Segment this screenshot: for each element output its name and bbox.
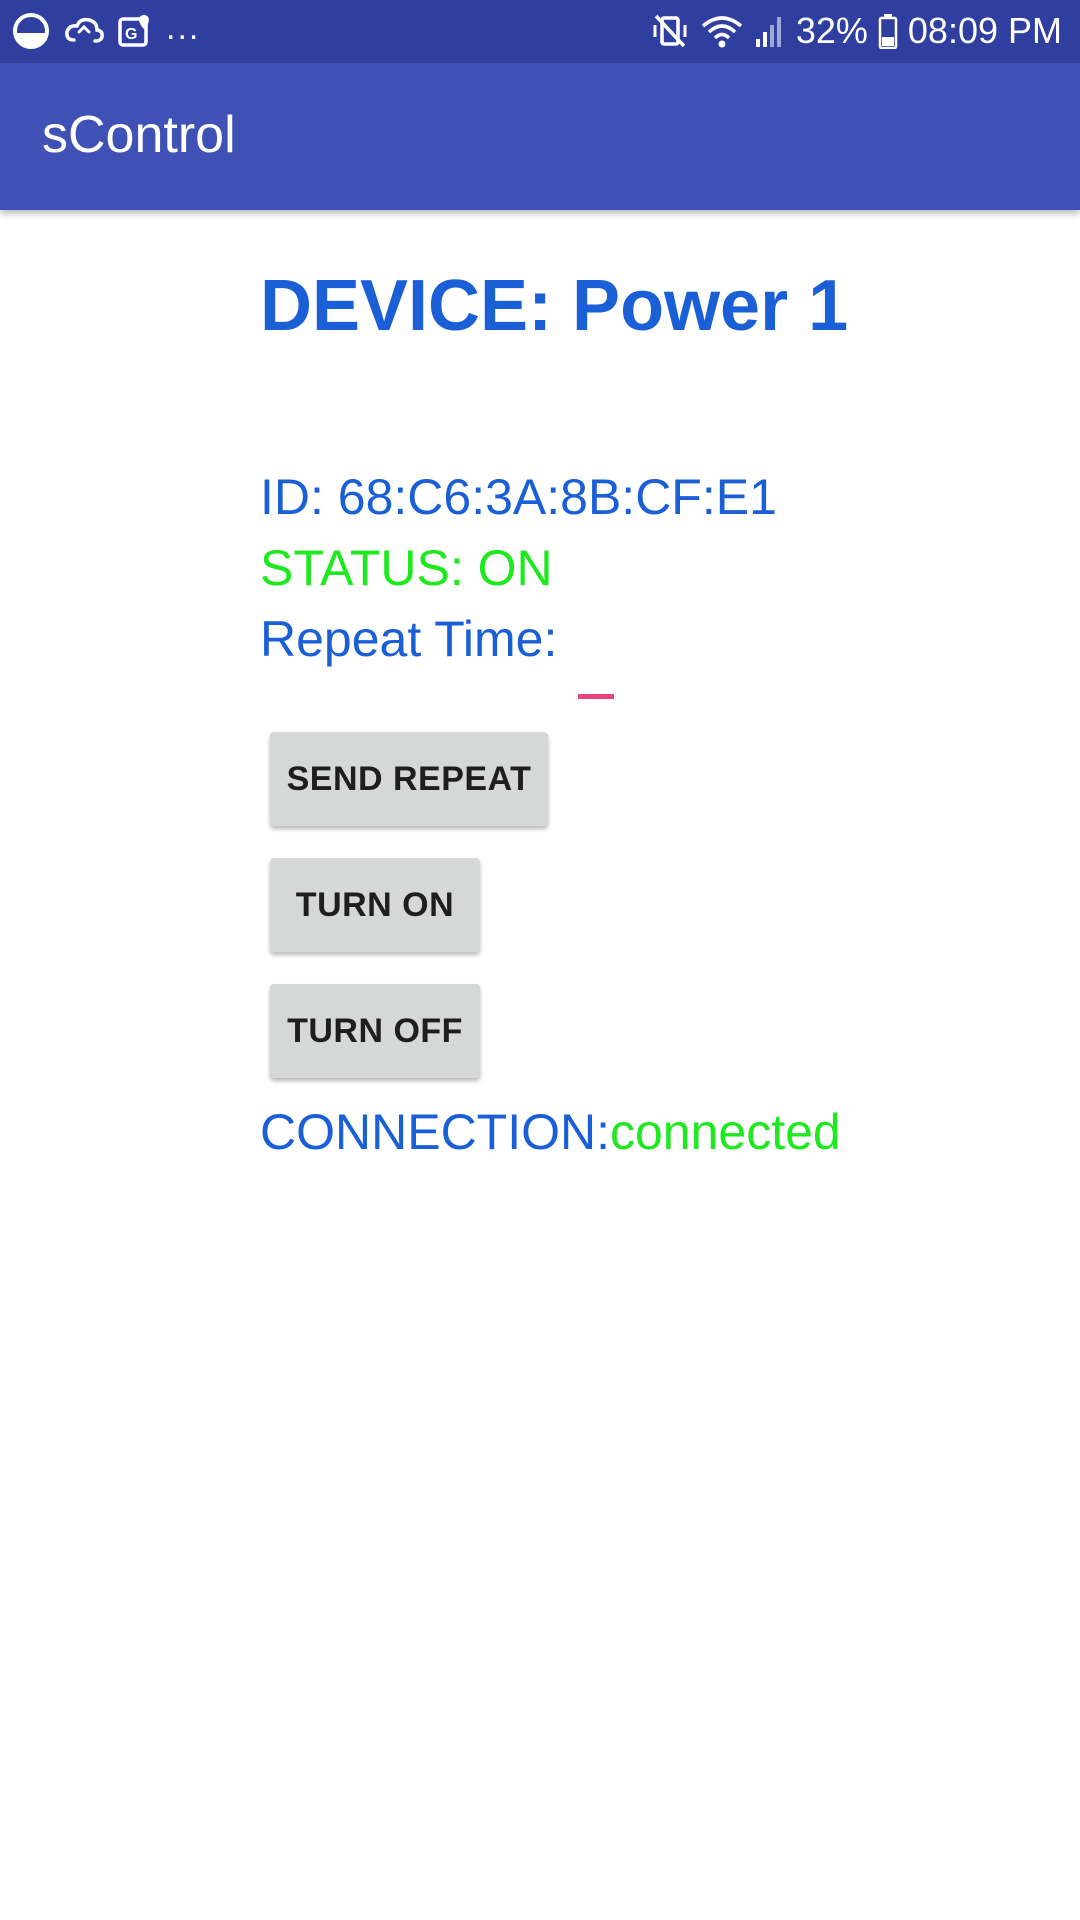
app-bar: sControl bbox=[0, 63, 1080, 210]
vibrate-mute-icon bbox=[650, 10, 690, 52]
repeat-time-input[interactable] bbox=[578, 694, 614, 699]
battery-percent: 32% bbox=[795, 10, 868, 51]
app-screen: G ... 32% 08:09 PM sControl DEVICE: Powe… bbox=[0, 0, 1080, 1920]
device-id: ID: 68:C6:3A:8B:CF:E1 bbox=[260, 469, 777, 525]
connection-value: connected bbox=[610, 1104, 841, 1160]
wifi-icon bbox=[700, 10, 744, 52]
repeat-time-label: Repeat Time: bbox=[260, 611, 558, 667]
status-time: 08:09 PM bbox=[907, 10, 1062, 51]
connection-status: CONNECTION:connected bbox=[260, 1107, 841, 1157]
cloud-sync-icon bbox=[64, 10, 104, 52]
app-title: sControl bbox=[42, 106, 236, 164]
status-bar: G ... 32% 08:09 PM bbox=[0, 0, 1080, 63]
svg-text:G: G bbox=[125, 26, 137, 43]
status-bar-right: 32% 08:09 PM bbox=[650, 6, 1062, 56]
status-bar-left: G ... bbox=[12, 10, 200, 52]
battery-icon bbox=[878, 10, 898, 52]
device-title: DEVICE: Power 1 bbox=[260, 266, 849, 346]
map-pin-icon: G bbox=[118, 10, 152, 52]
signal-icon bbox=[754, 10, 786, 52]
send-repeat-button[interactable]: SEND REPEAT bbox=[270, 732, 548, 826]
overflow-notifications: ... bbox=[166, 9, 201, 47]
circle-half-icon bbox=[12, 10, 50, 52]
turn-on-button[interactable]: TURN ON bbox=[270, 858, 480, 952]
turn-off-button[interactable]: TURN OFF bbox=[270, 984, 480, 1078]
device-status: STATUS: ON bbox=[260, 540, 553, 596]
connection-label: CONNECTION: bbox=[260, 1104, 610, 1160]
